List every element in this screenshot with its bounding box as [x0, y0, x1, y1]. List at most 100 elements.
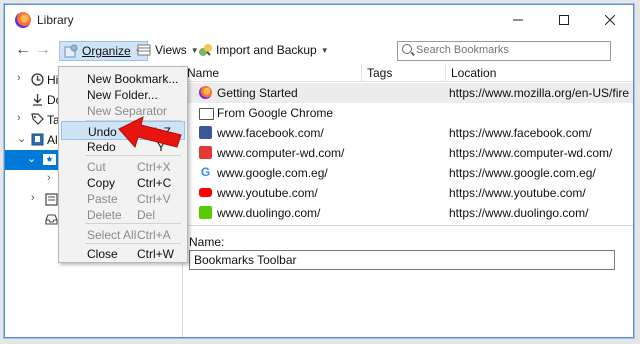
menu-item-select-all[interactable]: Select All Ctrl+A: [61, 225, 185, 244]
facebook-icon: [199, 126, 212, 139]
menu-separator: [85, 223, 181, 224]
expand-arrow-icon[interactable]: ›: [31, 192, 35, 204]
column-separator[interactable]: [445, 65, 446, 81]
bookmarks-menu-icon: [45, 193, 58, 206]
expand-arrow-icon[interactable]: ›: [47, 172, 51, 184]
firefox-icon: [199, 86, 212, 99]
minimize-icon: [513, 19, 523, 21]
bookmark-name: Getting Started: [217, 86, 298, 100]
bookmark-name: www.duolingo.com/: [217, 206, 321, 220]
menu-item-shortcut: Ctrl+A: [137, 228, 171, 242]
menu-item-label: Redo: [87, 140, 116, 154]
tag-icon: [31, 113, 44, 125]
bookmark-location: https://www.computer-wd.com/: [449, 146, 613, 160]
name-label: Name:: [189, 235, 225, 249]
views-label: Views: [155, 43, 187, 57]
bookmark-row[interactable]: From Google Chrome: [183, 103, 633, 123]
bookmarks-library-icon: [31, 133, 44, 146]
bookmark-location: https://www.facebook.com/: [449, 126, 592, 140]
column-location[interactable]: Location: [451, 66, 496, 80]
bookmark-location: https://www.youtube.com/: [449, 186, 586, 200]
bookmark-location: https://www.google.com.eg/: [449, 166, 596, 180]
views-icon: [137, 44, 151, 56]
search-bookmarks-field[interactable]: [397, 41, 611, 61]
collapse-arrow-icon[interactable]: ⌄: [27, 152, 36, 165]
views-button[interactable]: Views ▼: [137, 41, 199, 59]
menu-item-shortcut: Ctrl+V: [137, 192, 171, 206]
import-caret-icon: ▼: [320, 45, 329, 55]
folder-icon: [199, 108, 214, 120]
menu-item-label: Delete: [87, 208, 122, 222]
column-name[interactable]: Name: [187, 66, 219, 80]
bookmark-name: www.youtube.com/: [217, 186, 318, 200]
details-pane: Name: Bookmarks Toolbar: [183, 225, 633, 337]
organize-menu: New Bookmark... New Folder... New Separa…: [58, 66, 188, 263]
window-title: Library: [37, 13, 74, 27]
organize-label: Organize: [82, 44, 131, 58]
youtube-icon: [199, 188, 212, 197]
minimize-button[interactable]: [495, 5, 541, 35]
maximize-button[interactable]: [541, 5, 587, 35]
bookmark-row[interactable]: www.youtube.com/https://www.youtube.com/: [183, 183, 633, 203]
bookmark-row[interactable]: www.facebook.com/https://www.facebook.co…: [183, 123, 633, 143]
library-toolbar: ← → Organize ▼ Views ▼ Import and Backup…: [5, 35, 633, 65]
import-backup-button[interactable]: Import and Backup ▼: [198, 41, 329, 59]
bookmark-name: From Google Chrome: [217, 106, 334, 120]
column-tags[interactable]: Tags: [367, 66, 392, 80]
title-bar: Library: [5, 5, 633, 35]
bookmark-name-field[interactable]: Bookmarks Toolbar: [189, 250, 615, 270]
menu-item-label: New Folder...: [87, 88, 158, 102]
forward-arrow-icon: →: [35, 41, 51, 58]
close-button[interactable]: [587, 5, 633, 35]
bookmark-row[interactable]: Getting Started https://www.mozilla.org/e…: [183, 83, 633, 103]
menu-item-shortcut: Ctrl+X: [137, 160, 171, 174]
back-arrow-icon: ←: [15, 41, 31, 58]
menu-item-label: Paste: [87, 192, 118, 206]
firefox-icon: [15, 12, 31, 28]
menu-item-label: Cut: [87, 160, 106, 174]
inbox-tray-icon: [45, 214, 58, 225]
menu-item-label: Copy: [87, 176, 116, 190]
import-backup-label: Import and Backup: [216, 43, 317, 57]
google-icon: G: [199, 165, 212, 179]
menu-item-shortcut: Del: [137, 208, 156, 222]
bookmark-name: www.facebook.com/: [217, 126, 324, 140]
bookmark-name-value: Bookmarks Toolbar: [194, 253, 297, 267]
bookmark-row[interactable]: Gwww.google.com.eg/https://www.google.co…: [183, 163, 633, 183]
duolingo-icon: [199, 206, 212, 219]
maximize-icon: [559, 15, 569, 25]
column-separator[interactable]: [361, 65, 362, 81]
menu-item-label: New Bookmark...: [87, 72, 179, 86]
list-header: Name Tags Location: [183, 65, 633, 82]
menu-separator: [85, 155, 181, 156]
bookmark-row[interactable]: www.duolingo.com/https://www.duolingo.co…: [183, 203, 633, 223]
import-backup-icon: [199, 44, 212, 56]
back-button[interactable]: ←: [15, 41, 31, 59]
menu-item-delete[interactable]: Delete Del: [61, 205, 185, 224]
bookmarks-list: Name Tags Location Getting Started https:…: [183, 65, 633, 225]
collapse-arrow-icon[interactable]: ⌄: [17, 132, 26, 145]
menu-item-shortcut: Ctrl+C: [137, 176, 172, 190]
download-icon: [33, 94, 42, 106]
organize-button[interactable]: Organize ▼: [59, 41, 148, 61]
history-clock-icon: [31, 73, 44, 86]
search-icon: [402, 44, 412, 54]
bookmark-location: https://www.duolingo.com/: [449, 206, 589, 220]
close-icon: [605, 15, 615, 25]
forward-button[interactable]: →: [35, 41, 51, 59]
computer-wd-icon: [199, 146, 212, 159]
bookmark-row[interactable]: www.computer-wd.com/https://www.computer…: [183, 143, 633, 163]
expand-arrow-icon[interactable]: ›: [17, 72, 21, 84]
organize-icon: [64, 44, 78, 58]
search-input[interactable]: [416, 43, 604, 57]
library-window: Library ← → Organize ▼ Views ▼ Import an…: [4, 4, 634, 338]
menu-item-close[interactable]: Close Ctrl+W: [61, 244, 185, 263]
bookmark-name: www.computer-wd.com/: [217, 146, 345, 160]
tree-item-label: Hi: [47, 73, 59, 87]
menu-item-shortcut: Ctrl+W: [137, 247, 174, 261]
bookmark-location: https://www.mozilla.org/en-US/firef...: [449, 86, 629, 100]
menu-item-label: Close: [87, 247, 118, 261]
bookmark-name: www.google.com.eg/: [217, 166, 328, 180]
bookmarks-toolbar-icon: [43, 154, 56, 165]
expand-arrow-icon[interactable]: ›: [17, 112, 21, 124]
